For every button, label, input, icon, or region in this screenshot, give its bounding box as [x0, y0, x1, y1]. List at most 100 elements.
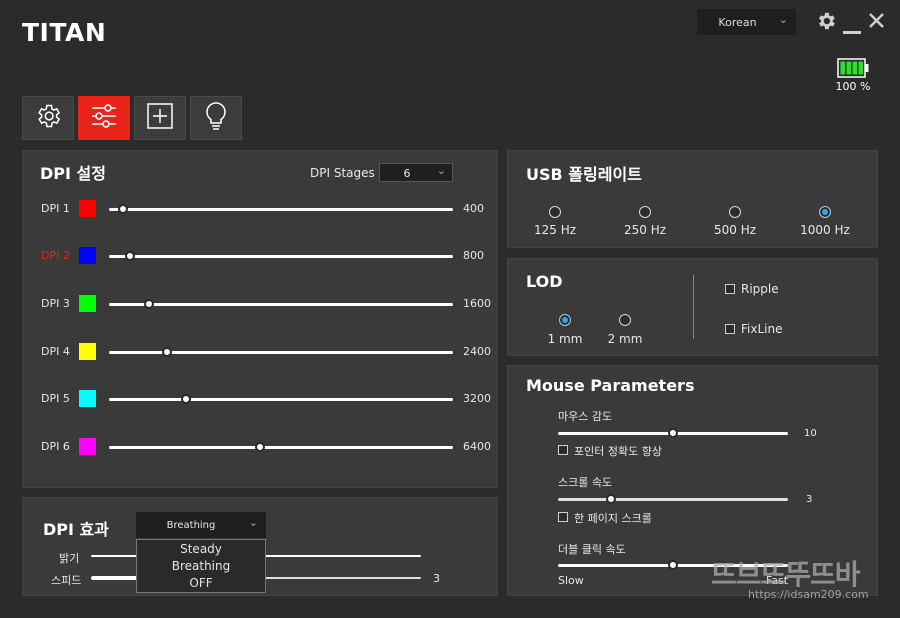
dpi-effect-title: DPI 효과: [43, 520, 109, 539]
dpi-color-swatch[interactable]: [79, 247, 96, 264]
dpi-value: 400: [463, 202, 484, 215]
dpi-stages-label: DPI Stages: [310, 166, 375, 180]
tab-macro[interactable]: [134, 96, 186, 140]
lod-panel: LOD 1 mm 2 mm Ripple FixLine: [507, 258, 878, 356]
dpi-value: 3200: [463, 392, 491, 405]
battery-icon: [837, 58, 869, 78]
divider: [693, 275, 694, 339]
dpi-row: DPI 5 3200: [23, 389, 501, 409]
fixline-label: FixLine: [741, 322, 783, 336]
battery-percent: 100 %: [835, 80, 871, 93]
dpi-value: 800: [463, 249, 484, 262]
watermark-url: https://idsam209.com: [748, 588, 869, 601]
language-select[interactable]: Korean ⌄: [697, 9, 796, 35]
lod-radio-2mm[interactable]: [619, 314, 631, 326]
chevron-down-icon: ⌄: [248, 516, 258, 529]
dropdown-option[interactable]: Steady: [137, 540, 265, 557]
dpi-slider-knob[interactable]: [255, 442, 266, 452]
double-click-label: 더블 클릭 속도: [558, 543, 626, 556]
dpi-settings-title: DPI 설정: [40, 164, 106, 183]
double-click-slider-knob[interactable]: [668, 560, 678, 570]
chevron-down-icon: ⌄: [778, 13, 788, 26]
scroll-speed-value: 3: [806, 494, 813, 505]
dpi-row: DPI 2 800: [23, 246, 501, 266]
dpi-stage-name: DPI 1: [41, 202, 70, 215]
watermark-logo: 뜨브뜨뚜뜨바: [711, 558, 861, 591]
speed-value: 3: [433, 572, 440, 585]
dpi-slider-knob[interactable]: [124, 251, 135, 261]
titan-app-window: TITAN Korean ⌄ 100 % DPI 설정 DPI Stages 6…: [0, 0, 900, 618]
polling-radio-1000[interactable]: [819, 206, 831, 218]
dpi-stage-name: DPI 3: [41, 297, 70, 310]
sensitivity-value: 10: [804, 428, 817, 439]
scroll-speed-slider[interactable]: [558, 498, 788, 501]
dpi-slider-knob[interactable]: [144, 299, 155, 309]
lod-radio-1mm[interactable]: [559, 314, 571, 326]
dropdown-option[interactable]: Breathing: [137, 557, 265, 574]
tab-general-settings[interactable]: [22, 96, 74, 140]
dpi-row: DPI 6 6400: [23, 437, 501, 457]
ripple-label: Ripple: [741, 282, 779, 296]
dpi-slider[interactable]: [109, 398, 453, 401]
dpi-value: 2400: [463, 345, 491, 358]
lod-title: LOD: [526, 272, 563, 291]
ripple-checkbox[interactable]: [725, 284, 735, 294]
brightness-label: 밝기: [59, 552, 80, 565]
page-scroll-label: 한 페이지 스크롤: [574, 512, 652, 525]
dpi-effect-select[interactable]: Breathing ⌄: [136, 512, 266, 538]
polling-label: 500 Hz: [713, 223, 757, 237]
polling-radio-250[interactable]: [639, 206, 651, 218]
usb-polling-title: USB 폴링레이트: [526, 165, 642, 184]
dpi-stage-name: DPI 4: [41, 345, 70, 358]
dpi-row: DPI 4 2400: [23, 342, 501, 362]
polling-radio-125[interactable]: [549, 206, 561, 218]
polling-label: 125 Hz: [533, 223, 577, 237]
polling-label: 1000 Hz: [800, 223, 850, 237]
dpi-slider[interactable]: [109, 255, 453, 258]
dpi-slider-knob[interactable]: [117, 204, 128, 214]
polling-label: 250 Hz: [623, 223, 667, 237]
dpi-color-swatch[interactable]: [79, 390, 96, 407]
pointer-precision-checkbox[interactable]: [558, 445, 568, 455]
dpi-slider[interactable]: [109, 303, 453, 306]
dpi-effect-dropdown-list: Steady Breathing OFF: [136, 539, 266, 593]
mouse-parameters-title: Mouse Parameters: [526, 376, 695, 395]
lod-label: 2 mm: [607, 332, 643, 346]
language-select-value: Korean: [718, 16, 757, 29]
dpi-row: DPI 1 400: [23, 199, 501, 219]
speed-label: 스피드: [51, 574, 82, 587]
tab-lighting[interactable]: [190, 96, 242, 140]
dpi-stage-name: DPI 5: [41, 392, 70, 405]
dpi-slider-knob[interactable]: [181, 394, 192, 404]
dropdown-option[interactable]: OFF: [137, 574, 265, 591]
usb-polling-panel: USB 폴링레이트 125 Hz 250 Hz 500 Hz 1000 Hz: [507, 150, 878, 248]
sensitivity-slider-knob[interactable]: [668, 428, 678, 438]
chevron-down-icon: ⌄: [436, 164, 446, 177]
polling-radio-500[interactable]: [729, 206, 741, 218]
dpi-slider[interactable]: [109, 351, 453, 354]
scroll-speed-slider-knob[interactable]: [605, 494, 616, 504]
dpi-color-swatch[interactable]: [79, 343, 96, 360]
dpi-color-swatch[interactable]: [79, 200, 96, 217]
sensitivity-label: 마우스 감도: [558, 410, 613, 423]
settings-gear-icon[interactable]: [815, 10, 837, 37]
close-icon[interactable]: [868, 12, 885, 34]
dpi-value: 1600: [463, 297, 491, 310]
dpi-slider[interactable]: [109, 208, 453, 211]
tab-performance[interactable]: [78, 96, 130, 140]
dpi-slider-knob[interactable]: [162, 347, 173, 357]
dpi-stages-select[interactable]: 6 ⌄: [379, 163, 453, 182]
dpi-stage-name: DPI 6: [41, 440, 70, 453]
dpi-color-swatch[interactable]: [79, 438, 96, 455]
gear-icon: [34, 102, 62, 134]
page-scroll-checkbox[interactable]: [558, 512, 568, 522]
minimize-icon[interactable]: [843, 18, 861, 40]
scroll-speed-label: 스크롤 속도: [558, 476, 613, 489]
lightbulb-icon: [204, 101, 228, 135]
dpi-value: 6400: [463, 440, 491, 453]
dpi-slider[interactable]: [109, 446, 453, 449]
dpi-stage-name: DPI 2: [41, 249, 70, 262]
macro-plus-icon: [146, 102, 174, 134]
fixline-checkbox[interactable]: [725, 324, 735, 334]
dpi-color-swatch[interactable]: [79, 295, 96, 312]
